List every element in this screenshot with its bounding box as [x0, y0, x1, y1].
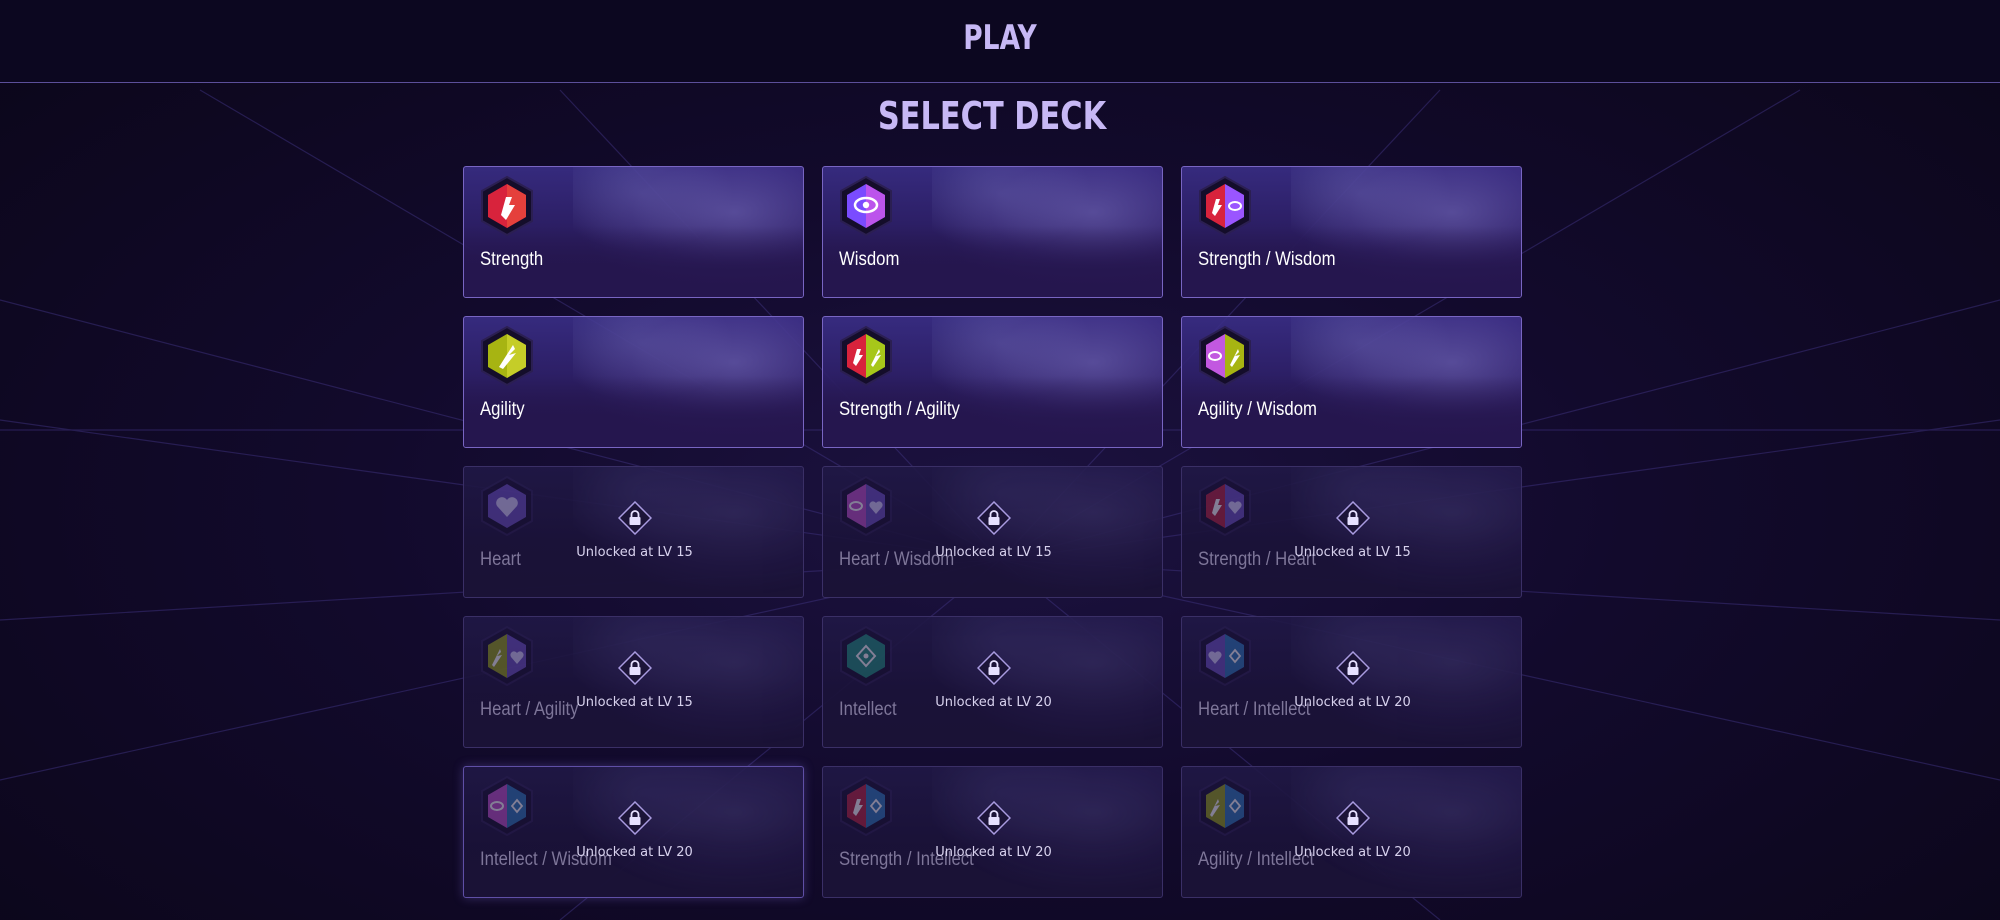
deck-card-heart-intellect[interactable]: Heart / Intellect Unlocked at LV 20 — [1181, 616, 1522, 748]
deck-card-strength-wisdom[interactable]: Strength / Wisdom — [1181, 166, 1522, 298]
deck-card-agility-intellect[interactable]: Agility / Intellect Unlocked at LV 20 — [1181, 766, 1522, 898]
deck-card-agility-wisdom[interactable]: Agility / Wisdom — [1181, 316, 1522, 448]
lock-icon — [618, 651, 652, 685]
intellect-wisdom-emblem-icon — [481, 775, 533, 837]
section-title: SELECT DECK — [877, 94, 1107, 138]
heart-wisdom-emblem-icon — [840, 475, 892, 537]
heart-agility-emblem-icon — [481, 625, 533, 687]
deck-art — [1291, 617, 1521, 747]
lock-icon — [618, 501, 652, 535]
lock-icon — [618, 801, 652, 835]
deck-name: Wisdom — [839, 249, 900, 270]
deck-card-strength[interactable]: Strength — [463, 166, 804, 298]
deck-grid: Strength Wisdom Strength / Wisdom Agilit… — [463, 166, 1522, 898]
deck-art — [1291, 467, 1521, 597]
lock-icon — [977, 801, 1011, 835]
deck-art — [1291, 767, 1521, 897]
lock-icon — [1336, 651, 1370, 685]
agility-wisdom-emblem-icon — [1199, 325, 1251, 387]
deck-card-heart-agility[interactable]: Heart / Agility Unlocked at LV 15 — [463, 616, 804, 748]
lock-icon — [977, 501, 1011, 535]
deck-card-wisdom[interactable]: Wisdom — [822, 166, 1163, 298]
deck-card-intellect-wisdom[interactable]: Intellect / Wisdom Unlocked at LV 20 — [463, 766, 804, 898]
unlock-requirement: Unlocked at LV 15 — [935, 545, 1052, 560]
deck-art — [573, 767, 803, 897]
page-title: PLAY — [963, 18, 1037, 58]
deck-art — [932, 617, 1162, 747]
deck-art — [573, 617, 803, 747]
lock-icon — [1336, 801, 1370, 835]
deck-name: Agility — [480, 399, 525, 420]
deck-name: Agility / Wisdom — [1198, 399, 1317, 420]
heart-intellect-emblem-icon — [1199, 625, 1251, 687]
unlock-requirement: Unlocked at LV 20 — [1294, 695, 1411, 710]
unlock-requirement: Unlocked at LV 20 — [935, 845, 1052, 860]
unlock-requirement: Unlocked at LV 15 — [576, 545, 693, 560]
deck-card-intellect[interactable]: Intellect Unlocked at LV 20 — [822, 616, 1163, 748]
unlock-requirement: Unlocked at LV 20 — [576, 845, 693, 860]
intellect-emblem-icon — [840, 625, 892, 687]
unlock-requirement: Unlocked at LV 20 — [1294, 845, 1411, 860]
strength-wisdom-emblem-icon — [1199, 175, 1251, 237]
deck-name: Strength / Wisdom — [1198, 249, 1336, 270]
lock-icon — [1336, 501, 1370, 535]
agility-intellect-emblem-icon — [1199, 775, 1251, 837]
deck-card-strength-heart[interactable]: Strength / Heart Unlocked at LV 15 — [1181, 466, 1522, 598]
deck-art — [573, 467, 803, 597]
unlock-requirement: Unlocked at LV 15 — [576, 695, 693, 710]
deck-art — [932, 467, 1162, 597]
strength-agility-emblem-icon — [840, 325, 892, 387]
deck-art — [932, 767, 1162, 897]
deck-card-strength-agility[interactable]: Strength / Agility — [822, 316, 1163, 448]
strength-intellect-emblem-icon — [840, 775, 892, 837]
deck-card-strength-intellect[interactable]: Strength / Intellect Unlocked at LV 20 — [822, 766, 1163, 898]
strength-heart-emblem-icon — [1199, 475, 1251, 537]
lock-icon — [977, 651, 1011, 685]
strength-emblem-icon — [481, 175, 533, 237]
game-screen: PLAY SELECT DECK Strength Wisdom Strengt… — [0, 0, 2000, 920]
agility-emblem-icon — [481, 325, 533, 387]
wisdom-emblem-icon — [840, 175, 892, 237]
deck-name: Strength / Agility — [839, 399, 960, 420]
deck-name: Strength — [480, 249, 544, 270]
deck-card-heart[interactable]: Heart Unlocked at LV 15 — [463, 466, 804, 598]
unlock-requirement: Unlocked at LV 15 — [1294, 545, 1411, 560]
deck-card-agility[interactable]: Agility — [463, 316, 804, 448]
deck-card-heart-wisdom[interactable]: Heart / Wisdom Unlocked at LV 15 — [822, 466, 1163, 598]
heart-emblem-icon — [481, 475, 533, 537]
unlock-requirement: Unlocked at LV 20 — [935, 695, 1052, 710]
